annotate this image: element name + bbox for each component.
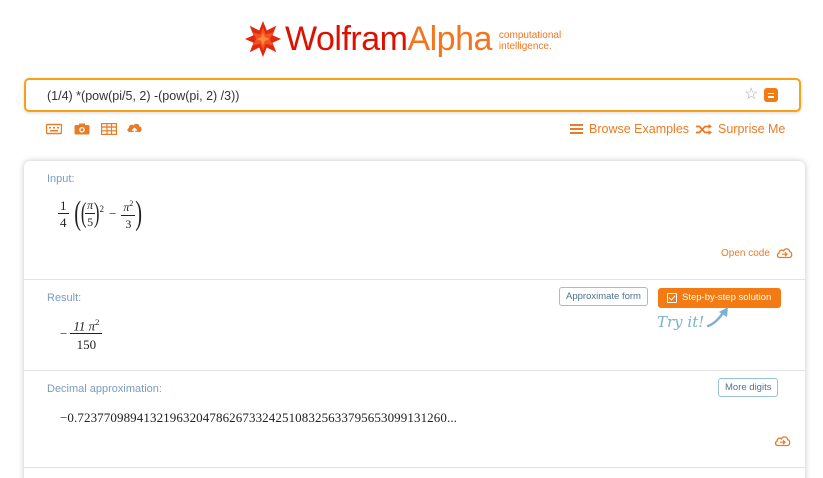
pod-divider: [24, 467, 805, 468]
result-pod-title: Result:: [47, 292, 82, 304]
inner-open-paren: (: [80, 198, 87, 229]
outer-open-paren: (: [73, 195, 81, 232]
camera-icon[interactable]: [74, 123, 90, 135]
wolfram-spikey-icon: [244, 20, 282, 58]
search-go-icon[interactable]: [764, 88, 778, 102]
browse-examples-label: Browse Examples: [589, 122, 690, 136]
open-code-label: Open code: [721, 247, 770, 259]
search-input[interactable]: [47, 86, 727, 106]
square-exponent: 2: [99, 204, 105, 214]
results-panel: Input: 1 4 ( ( π 5 ) 2 − π2 3 ) Open cod…: [24, 161, 805, 478]
result-sign: −: [60, 325, 68, 341]
open-code-link[interactable]: Open code: [721, 247, 793, 259]
decimal-value: −0.7237709894132196320478626733242510832…: [60, 410, 458, 425]
table-icon[interactable]: [101, 123, 117, 135]
minus-sign: −: [109, 206, 117, 221]
input-pod-title: Input:: [47, 173, 75, 185]
inner-close-paren: ): [94, 198, 100, 229]
search-bar: ☆: [24, 78, 801, 112]
browse-examples-link[interactable]: Browse Examples: [570, 122, 689, 136]
wolfram-alpha-logo[interactable]: WolframAlpha computational intelligence.: [244, 18, 579, 60]
result-expression: − 11 π2 150: [60, 315, 103, 352]
pod-divider: [24, 370, 805, 371]
logo-wordmark: WolframAlpha: [285, 20, 492, 58]
decimal-pod-title: Decimal approximation:: [47, 383, 162, 395]
keyboard-icon[interactable]: [46, 123, 62, 135]
cloud-icon: [776, 248, 793, 259]
logo-tagline: computational intelligence.: [498, 30, 562, 52]
coefficient-fraction: 1 4: [58, 198, 69, 230]
list-icon: [570, 124, 583, 134]
pod-divider: [24, 279, 805, 280]
input-expression: 1 4 ( ( π 5 ) 2 − π2 3 ): [58, 195, 145, 233]
favorite-star-icon[interactable]: ☆: [744, 85, 758, 105]
surprise-me-label: Surprise Me: [718, 122, 786, 136]
approximate-form-button[interactable]: Approximate form: [559, 287, 648, 306]
checkbox-icon: [667, 293, 677, 303]
try-it-hint: Try it!: [657, 313, 705, 331]
surprise-me-link[interactable]: Surprise Me: [696, 122, 785, 136]
hint-arrow-icon: [706, 307, 728, 328]
result-fraction: 11 π2 150: [70, 315, 103, 352]
shuffle-icon: [696, 123, 712, 135]
step-by-step-label: Step-by-step solution: [682, 292, 772, 303]
outer-close-paren: ): [135, 195, 143, 232]
cloud-icon[interactable]: [774, 435, 791, 447]
more-digits-button[interactable]: More digits: [718, 378, 779, 397]
upload-icon[interactable]: [126, 122, 143, 136]
pi-squared-over-three-fraction: π2 3: [121, 196, 136, 232]
step-by-step-solution-button[interactable]: Step-by-step solution: [658, 288, 781, 308]
